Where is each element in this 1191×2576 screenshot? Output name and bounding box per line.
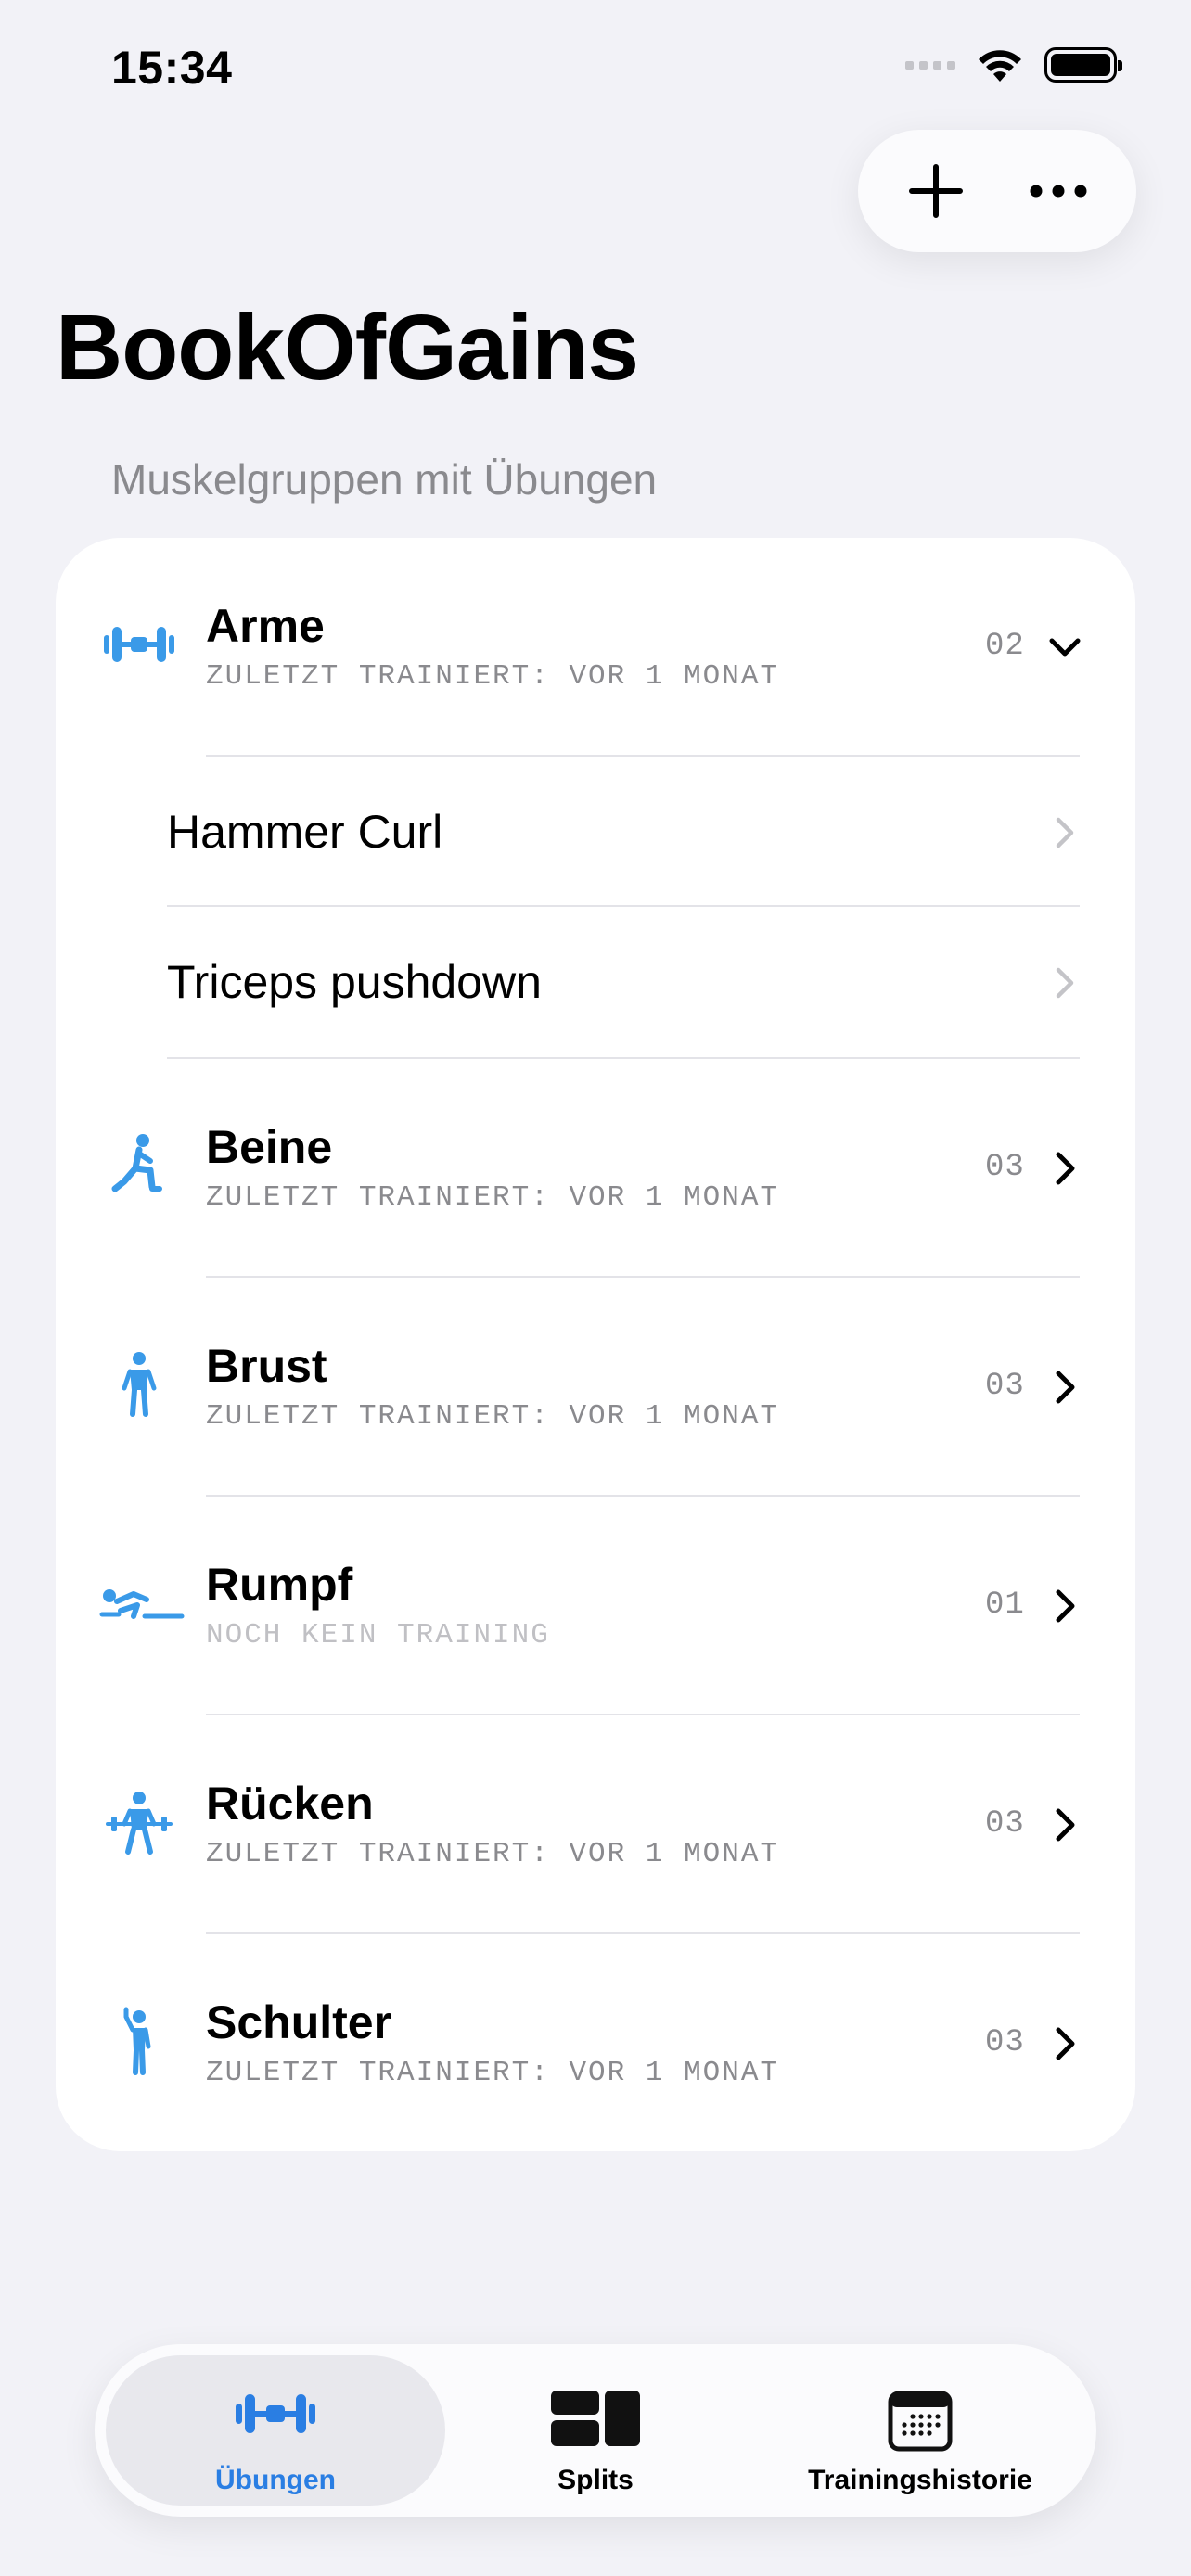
group-row-beine[interactable]: Beine ZULETZT TRAINIERT: VOR 1 MONAT 03: [56, 1059, 1135, 1278]
section-header: Muskelgruppen mit Übungen: [111, 455, 658, 504]
group-exercise-count: 03: [985, 1806, 1025, 1842]
group-last-trained: NOCH KEIN TRAINING: [206, 1619, 550, 1651]
more-button[interactable]: [1012, 145, 1105, 237]
exercise-row-triceps-pushdown[interactable]: Triceps pushdown: [56, 907, 1135, 1057]
add-button[interactable]: [890, 145, 982, 237]
core-training-figure-icon: [95, 1557, 187, 1650]
split-blocks-icon: [551, 2391, 640, 2446]
tab-bar: Übungen Splits Trainingshistorie: [95, 2344, 1096, 2517]
standing-figure-icon: [93, 1338, 186, 1431]
group-last-trained: ZULETZT TRAINIERT: VOR 1 MONAT: [206, 1400, 780, 1433]
group-name: Brust: [206, 1340, 327, 1392]
chevron-right-icon: [1056, 1371, 1075, 1404]
screen: 15:34 BookOfGains Muskelgruppen mit Übun…: [0, 0, 1191, 2576]
group-row-arme[interactable]: Arme ZULETZT TRAINIERT: VOR 1 MONAT 02: [56, 538, 1135, 757]
group-row-rumpf[interactable]: Rumpf NOCH KEIN TRAINING 01: [56, 1497, 1135, 1715]
group-exercise-count: 03: [985, 1150, 1025, 1185]
group-exercise-count: 03: [985, 1369, 1025, 1404]
group-exercise-count: 03: [985, 2025, 1025, 2060]
cellular-signal-icon: [905, 60, 955, 70]
group-last-trained: ZULETZT TRAINIERT: VOR 1 MONAT: [206, 1181, 780, 1214]
chevron-down-icon: [1049, 638, 1081, 657]
arm-raise-figure-icon: [93, 1995, 186, 2087]
wifi-icon: [979, 50, 1021, 82]
chevron-right-icon: [1056, 1152, 1075, 1185]
group-row-schulter[interactable]: Schulter ZULETZT TRAINIERT: VOR 1 MONAT …: [56, 1934, 1135, 2151]
chevron-right-icon: [1056, 2027, 1075, 2060]
muscle-group-list: Arme ZULETZT TRAINIERT: VOR 1 MONAT 02 H…: [56, 538, 1135, 2151]
page-title: BookOfGains: [56, 296, 639, 400]
group-row-ruecken[interactable]: Rücken ZULETZT TRAINIERT: VOR 1 MONAT 03: [56, 1715, 1135, 1934]
chevron-right-icon: [1056, 967, 1074, 999]
plus-icon: [909, 164, 963, 218]
exercise-name: Triceps pushdown: [167, 956, 542, 1008]
exercise-row-hammer-curl[interactable]: Hammer Curl: [56, 757, 1135, 907]
exercise-name: Hammer Curl: [167, 806, 443, 858]
group-name: Schulter: [206, 1996, 392, 2048]
dumbbell-icon: [93, 598, 186, 691]
chevron-right-icon: [1056, 1808, 1075, 1842]
toolbar-actions: [858, 130, 1136, 252]
ellipsis-icon: [1030, 185, 1087, 198]
battery-icon: [1044, 47, 1122, 83]
chevron-right-icon: [1056, 817, 1074, 848]
tab-label: Übungen: [215, 2465, 336, 2495]
dumbbell-icon: [236, 2394, 315, 2433]
tab-uebungen[interactable]: Übungen: [106, 2355, 445, 2506]
calendar-icon: [888, 2391, 953, 2452]
group-last-trained: ZULETZT TRAINIERT: VOR 1 MONAT: [206, 660, 780, 693]
group-exercise-count: 01: [985, 1588, 1025, 1623]
lunge-figure-icon: [93, 1119, 186, 1212]
group-name: Arme: [206, 600, 325, 652]
group-name: Rumpf: [206, 1559, 353, 1611]
group-last-trained: ZULETZT TRAINIERT: VOR 1 MONAT: [206, 2057, 780, 2089]
tab-splits[interactable]: Splits: [438, 2355, 753, 2506]
tab-trainingshistorie[interactable]: Trainingshistorie: [753, 2355, 1087, 2506]
group-last-trained: ZULETZT TRAINIERT: VOR 1 MONAT: [206, 1838, 780, 1870]
tab-label: Trainingshistorie: [808, 2465, 1032, 2495]
status-time: 15:34: [111, 42, 233, 94]
group-exercise-count: 02: [985, 629, 1025, 664]
chevron-right-icon: [1056, 1589, 1075, 1623]
group-name: Rücken: [206, 1778, 374, 1830]
status-icons: [905, 46, 1122, 83]
group-row-brust[interactable]: Brust ZULETZT TRAINIERT: VOR 1 MONAT 03: [56, 1278, 1135, 1497]
barbell-lift-figure-icon: [93, 1776, 186, 1868]
group-name: Beine: [206, 1121, 333, 1173]
tab-label: Splits: [557, 2465, 634, 2495]
